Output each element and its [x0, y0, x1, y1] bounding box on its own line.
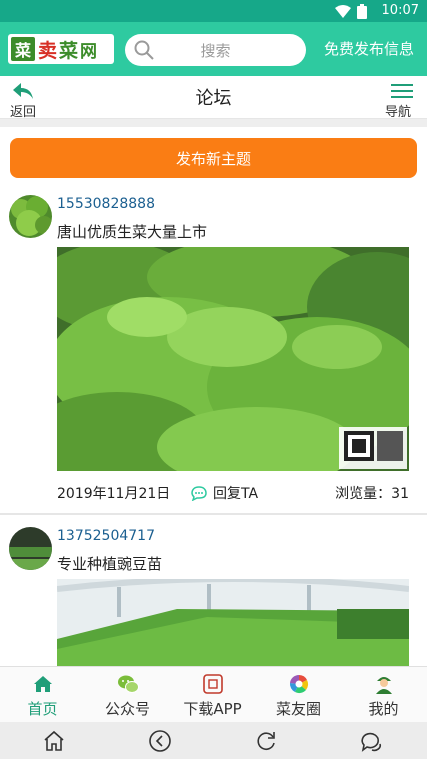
tab-label: 首页: [27, 700, 58, 718]
tab-profile[interactable]: 我的: [341, 673, 426, 719]
status-icons: [335, 4, 367, 19]
new-topic-button[interactable]: 发布新主题: [10, 138, 417, 178]
nav-menu-button[interactable]: 导航: [385, 82, 419, 120]
section-gap: [0, 119, 427, 127]
moments-icon: [289, 674, 308, 694]
back-circle-icon[interactable]: [148, 729, 172, 753]
tab-home[interactable]: 首页: [0, 673, 85, 719]
page-title: 论坛: [195, 88, 232, 109]
tab-label: 下载APP: [183, 700, 242, 718]
tab-wechat[interactable]: 公众号: [85, 673, 170, 719]
logo-text-3: 网: [80, 41, 98, 62]
tab-moments[interactable]: 菜友圈: [256, 673, 341, 719]
post-image[interactable]: [57, 579, 409, 666]
home-icon: [33, 676, 52, 692]
search-placeholder: 搜索: [200, 42, 231, 60]
menu-icon: [391, 84, 413, 98]
wechat-icon: [117, 675, 139, 693]
view-count: 浏览量：31: [335, 483, 409, 503]
tab-download-app[interactable]: 下载APP: [170, 673, 255, 719]
tab-label: 我的: [368, 700, 399, 718]
forum-post[interactable]: 15530828888 唐山优质生菜大量上市 2019年11月21日 回复TA …: [0, 195, 427, 510]
status-bar: 10:07: [0, 0, 427, 22]
site-logo[interactable]: 菜 卖 菜 网: [8, 34, 114, 64]
download-app-icon: [202, 674, 223, 694]
post-meta: 2019年11月21日 回复TA 浏览量：31: [57, 483, 409, 503]
chat-bubble-icon[interactable]: [360, 729, 384, 753]
post-author-phone[interactable]: 15530828888: [57, 196, 155, 212]
comment-icon: [191, 485, 207, 501]
logo-text-1: 卖: [38, 39, 58, 62]
logo-text-2: 菜: [59, 39, 79, 62]
views-label: 浏览量：: [335, 486, 392, 502]
post-date: 2019年11月21日: [57, 486, 171, 502]
post-image[interactable]: [57, 247, 409, 471]
profile-icon: [375, 677, 392, 694]
tab-label: 公众号: [104, 700, 150, 718]
reply-label: 回复TA: [213, 486, 259, 502]
bottom-tab-bar: 首页 公众号 下载APP 菜友圈 我的: [0, 666, 427, 723]
post-author-phone[interactable]: 13752504717: [57, 528, 155, 544]
tab-label: 菜友圈: [275, 700, 321, 718]
app-header: 菜 卖 菜 网 搜索 免费发布信息: [0, 22, 427, 76]
status-time: 10:07: [381, 3, 419, 18]
search-input[interactable]: 搜索: [125, 34, 306, 66]
home-outline-icon[interactable]: [42, 729, 66, 753]
wifi-icon: [335, 4, 351, 18]
avatar[interactable]: [9, 195, 52, 238]
nav-label: 导航: [385, 105, 412, 120]
publish-free-link[interactable]: 免费发布信息: [324, 38, 414, 59]
post-title[interactable]: 唐山优质生菜大量上市: [57, 221, 207, 242]
forum-post[interactable]: 13752504717 专业种植豌豆苗: [0, 527, 427, 666]
refresh-icon[interactable]: [254, 729, 278, 753]
avatar[interactable]: [9, 527, 52, 570]
system-nav-bar: [0, 722, 427, 759]
reply-button[interactable]: 回复TA: [191, 483, 258, 503]
page-subheader: 返回 论坛 导航: [0, 76, 427, 120]
views-value: 31: [391, 486, 409, 502]
post-title[interactable]: 专业种植豌豆苗: [57, 553, 162, 574]
post-divider: [0, 513, 427, 515]
logo-mark: 菜: [11, 37, 35, 61]
battery-icon: [357, 4, 367, 19]
